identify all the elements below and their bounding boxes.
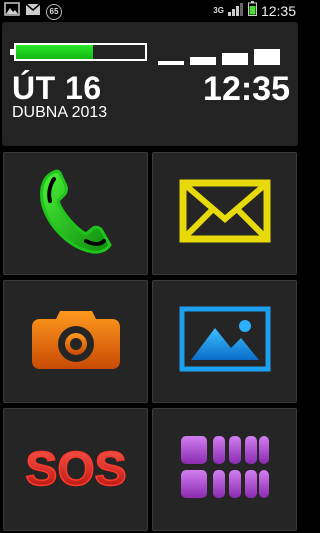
- day-label: ÚT 16: [12, 70, 102, 106]
- date-time-panel[interactable]: ÚT 16 DUBNA 2013 12:35: [2, 22, 298, 146]
- signal-icon: [227, 2, 244, 21]
- sos-icon: SOS: [20, 437, 132, 502]
- tile-messages[interactable]: [152, 152, 297, 275]
- status-clock: 12:35: [260, 3, 296, 19]
- status-system: 3G 12:35: [213, 1, 296, 21]
- camera-icon: [30, 307, 122, 376]
- signal-bar: [190, 57, 216, 65]
- battery-nub: [10, 49, 14, 55]
- tile-gallery[interactable]: [152, 280, 297, 403]
- battery-fill: [16, 45, 94, 59]
- battery-icon: [247, 1, 257, 21]
- phone-icon: [38, 167, 114, 260]
- badge-icon: 65: [46, 3, 62, 20]
- time-label: 12:35: [203, 70, 290, 108]
- picture-icon: [179, 306, 271, 377]
- photo-icon: [4, 2, 20, 21]
- tile-phone[interactable]: [3, 152, 148, 275]
- sos-label: SOS: [25, 443, 126, 496]
- signal-bar: [222, 53, 248, 65]
- network-type: 3G: [213, 6, 224, 15]
- date-label: DUBNA 2013: [12, 104, 108, 121]
- signal-bar: [158, 61, 184, 65]
- signal-strength-indicator: [158, 47, 288, 65]
- signal-bar: [254, 49, 280, 65]
- mail-icon: [25, 2, 41, 21]
- battery-level-indicator: [10, 43, 147, 61]
- tile-apps[interactable]: [152, 408, 297, 531]
- status-bar: 65 3G 12:35: [0, 0, 300, 20]
- envelope-icon: [179, 179, 271, 248]
- tile-camera[interactable]: [3, 280, 148, 403]
- status-notifications: 65: [4, 2, 62, 21]
- app-grid-icon: [179, 434, 271, 505]
- tile-sos[interactable]: SOS: [3, 408, 148, 531]
